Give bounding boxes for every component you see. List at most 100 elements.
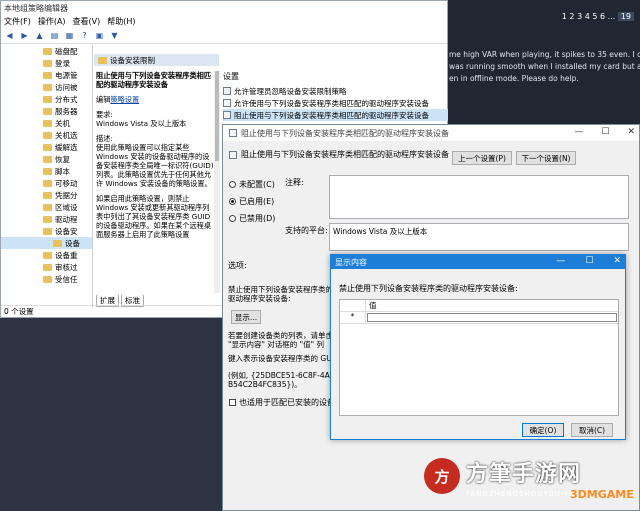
filter-icon[interactable]: ▼ [109, 30, 120, 41]
tree-item[interactable]: 设备重 [1, 249, 92, 261]
table-row[interactable]: * [340, 312, 618, 324]
export-icon[interactable]: ▦ [64, 30, 75, 41]
minimize-icon[interactable]: — [556, 256, 565, 266]
options-help: 键入表示设备安装程序类的 GU [228, 354, 332, 363]
window-controls: — ☐ ✕ [556, 256, 621, 266]
options-help: "显示内容" 对话框的 "值" 列 [228, 340, 324, 349]
folder-icon [43, 203, 52, 211]
tree-item[interactable]: 受信任 [1, 273, 92, 285]
desc-text: 使用此策略设置可以指定某些 Windows 安装的设备驱动程序的设备安装程序类全… [96, 143, 214, 188]
value-grid: 值 * [339, 299, 619, 416]
req-label: 要求: [96, 110, 113, 119]
help-icon[interactable]: ? [79, 30, 90, 41]
forum-pager: 1 2 3 4 5 6 ... 19 [562, 12, 634, 21]
description-pane: 阻止使用与下列设备安装程序类相匹配的驱动程序安装设备 编辑策略设置 要求: Win… [96, 71, 214, 239]
radio-enabled[interactable]: 已启用(E) [229, 196, 274, 207]
maximize-icon[interactable]: ☐ [585, 256, 593, 266]
value-column-header: 值 [369, 301, 377, 310]
edit-policy-link[interactable]: 策略设置 [110, 95, 139, 104]
watermark: 方 方筆手游网 FANGZHENGSHOUYOUWANG 3DMGAME [420, 456, 640, 511]
desc-text-2: 如果启用此策略设置，则禁止 Windows 安装或更新其驱动程序列表中列出了其设… [96, 194, 212, 239]
comment-field[interactable] [329, 175, 629, 219]
tree-item[interactable]: 可移动 [1, 177, 92, 189]
up-folder-icon[interactable]: ▲ [34, 30, 45, 41]
minimize-icon[interactable]: — [574, 127, 583, 137]
value-cell-input[interactable] [367, 313, 617, 322]
menu-help[interactable]: 帮助(H) [107, 16, 135, 27]
apply-installed-checkbox[interactable]: 也适用于匹配已安装的设备。 [229, 397, 343, 408]
list-item[interactable]: 阻止使用与下列设备安装程序类相匹配的驱动程序安装设备 [223, 109, 448, 121]
page-link[interactable]: 4 [585, 12, 590, 21]
page-link[interactable]: 5 [592, 12, 597, 21]
tree-item[interactable]: 登录 [1, 57, 92, 69]
tree-item[interactable]: 区域设 [1, 201, 92, 213]
tree-item[interactable]: 分布式 [1, 93, 92, 105]
tree-item-selected[interactable]: 设备 [1, 237, 92, 249]
tree-item[interactable]: 磁盘配 [1, 45, 92, 57]
folder-icon [43, 275, 52, 283]
menu-view[interactable]: 查看(V) [73, 16, 101, 27]
page-link[interactable]: 1 [562, 12, 567, 21]
tree-item[interactable]: 恢复 [1, 153, 92, 165]
forum-text: was running smooth when I installed my c… [449, 62, 640, 71]
req-value: Windows Vista 及以上版本 [96, 119, 187, 128]
folder-icon [43, 167, 52, 175]
grid-header: 值 [340, 300, 618, 312]
list-item[interactable]: 允许使用与下列设备安装程序类相匹配的驱动程序安装设备 [223, 97, 448, 109]
folder-icon [43, 83, 52, 91]
folder-icon [43, 71, 52, 79]
list-item[interactable]: 允许管理员忽略设备安装限制策略 [223, 85, 448, 97]
show-contents-button[interactable]: 显示... [231, 310, 261, 324]
policy-title: 阻止使用与下列设备安装程序类相匹配的驱动程序安装设备 [241, 128, 449, 138]
menubar: 文件(F) 操作(A) 查看(V) 帮助(H) [1, 15, 447, 28]
menu-action[interactable]: 操作(A) [38, 16, 66, 27]
folder-icon [43, 227, 52, 235]
tree-item[interactable]: 驱动程 [1, 213, 92, 225]
show-tree-icon[interactable]: ▤ [49, 30, 60, 41]
show-title: 显示内容 [335, 257, 367, 267]
page-link[interactable]: 3 [577, 12, 582, 21]
tree-item[interactable]: 凭据分 [1, 189, 92, 201]
tree-item[interactable]: 设备安 [1, 225, 92, 237]
properties-icon[interactable]: ▣ [94, 30, 105, 41]
tree-item[interactable]: 服务器 [1, 105, 92, 117]
show-label: 禁止使用下列设备安装程序类的驱动程序安装设备: [339, 284, 518, 293]
prev-setting-button[interactable]: 上一个设置(P) [452, 151, 512, 165]
tree-item[interactable]: 审核过 [1, 261, 92, 273]
platform-field: Windows Vista 及以上版本 [329, 223, 629, 251]
folder-icon [43, 251, 52, 259]
back-arrow-icon[interactable]: ◀ [4, 30, 15, 41]
radio-disabled[interactable]: 已禁用(D) [229, 213, 275, 224]
options-label: 选项: [228, 261, 247, 270]
close-icon[interactable]: ✕ [627, 127, 635, 137]
page-link[interactable]: 2 [569, 12, 574, 21]
folder-icon [43, 47, 52, 55]
description-scrollbar[interactable] [214, 71, 220, 293]
radio-not-configured[interactable]: 未配置(C) [229, 179, 275, 190]
folder-icon [43, 179, 52, 187]
tree-item[interactable]: 访问被 [1, 81, 92, 93]
cancel-button[interactable]: 取消(C) [571, 423, 613, 437]
next-setting-button[interactable]: 下一个设置(N) [516, 151, 576, 165]
options-text: 禁止使用下列设备安装程序类的驱动程序安装设备: [228, 285, 333, 303]
tree-item[interactable]: 脚本 [1, 165, 92, 177]
platform-label: 支持的平台: [285, 226, 328, 235]
policy-icon [229, 129, 237, 137]
maximize-icon[interactable]: ☐ [601, 127, 609, 137]
close-icon[interactable]: ✕ [613, 256, 621, 266]
tree-item[interactable]: 关机选 [1, 129, 92, 141]
radio-icon [229, 181, 236, 188]
ok-button[interactable]: 确定(O) [522, 423, 564, 437]
tree-item[interactable]: 缓解选 [1, 141, 92, 153]
tree-item[interactable]: 电源管 [1, 69, 92, 81]
tree-item[interactable]: 关机 [1, 117, 92, 129]
policy-icon [223, 111, 231, 119]
forward-arrow-icon[interactable]: ▶ [19, 30, 30, 41]
options-help: 若要创建设备类的列表，请单击 [228, 331, 333, 340]
page-link[interactable]: 19 [617, 12, 634, 21]
new-row-marker: * [340, 312, 366, 323]
page-link[interactable]: 6 [600, 12, 605, 21]
tree-pane: 磁盘配 登录 电源管 访问被 分布式 服务器 关机 关机选 缓解选 恢复 脚本 … [1, 45, 93, 307]
menu-file[interactable]: 文件(F) [4, 16, 31, 27]
folder-icon [43, 191, 52, 199]
